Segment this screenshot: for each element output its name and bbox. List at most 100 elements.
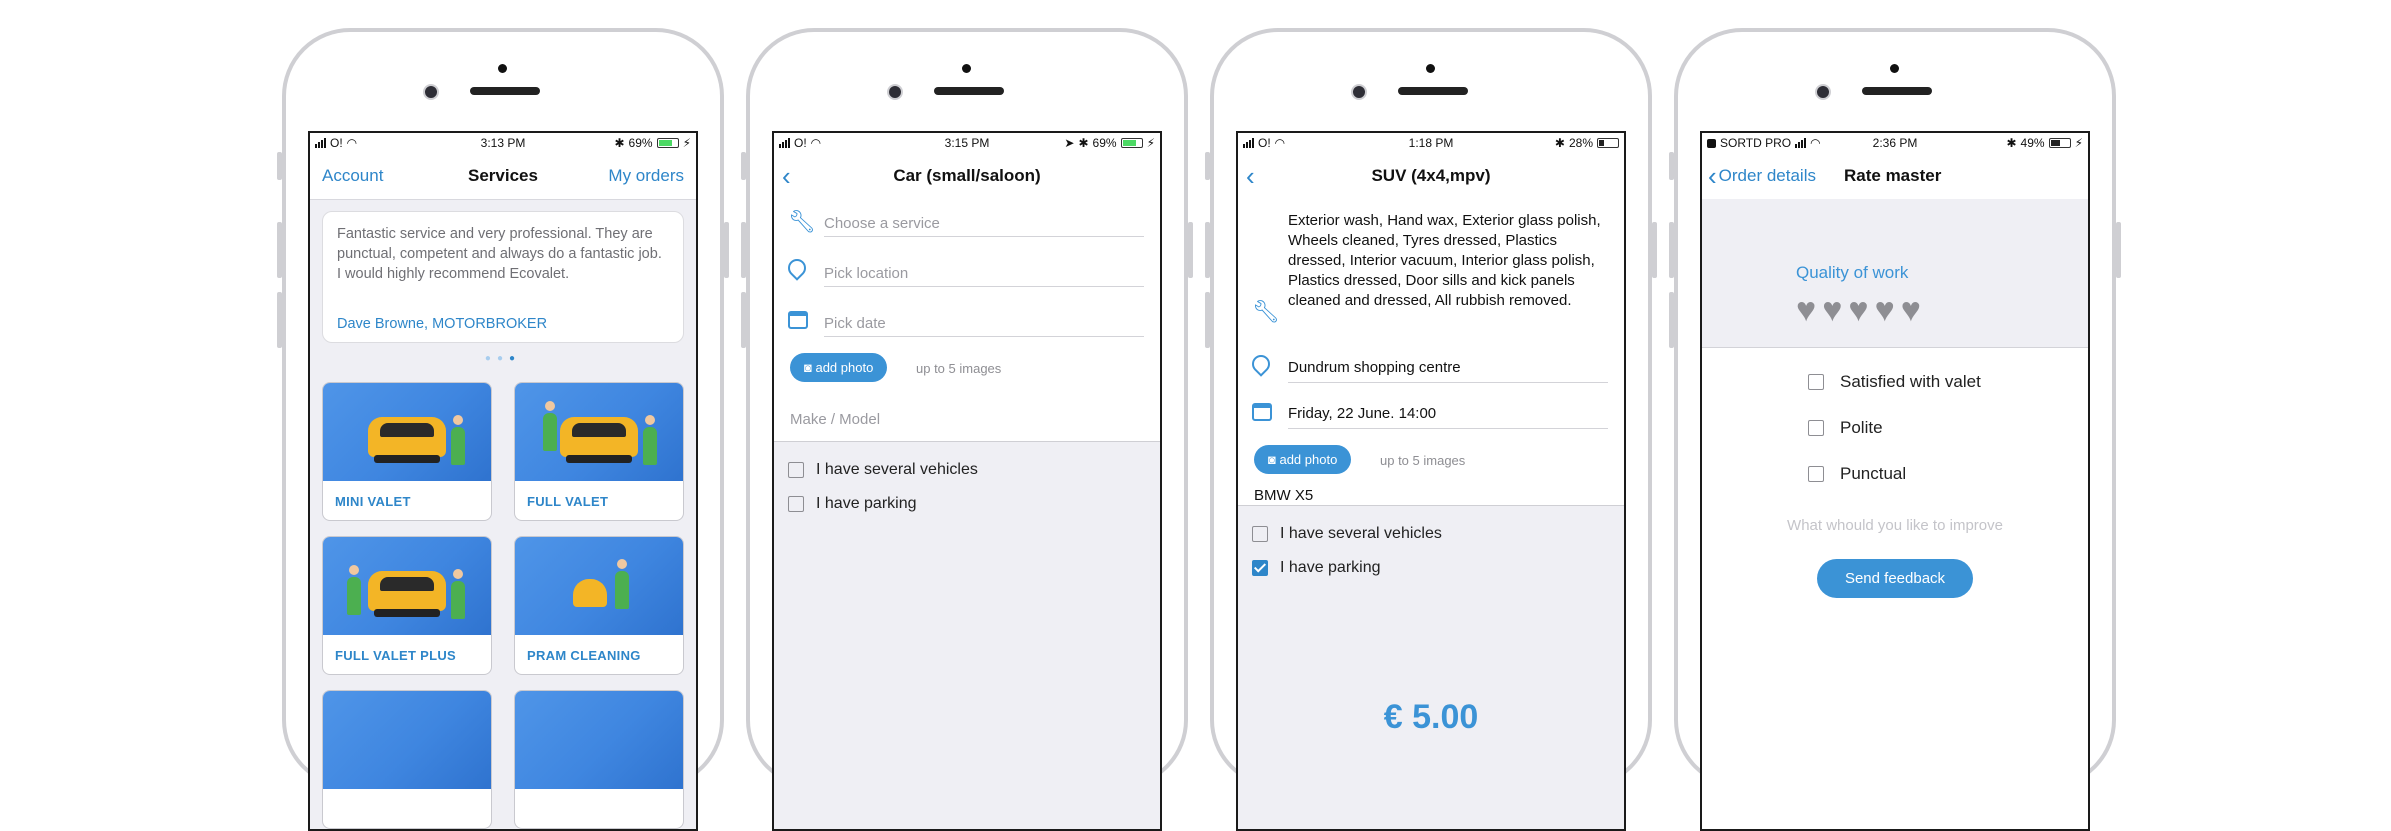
nav-bar: ‹ Order details Rate master: [1702, 153, 2088, 200]
option-label: I have parking: [1280, 559, 1381, 576]
wifi-icon: ◠: [1274, 136, 1286, 150]
my-orders-link[interactable]: My orders: [608, 166, 684, 186]
option-several-vehicles[interactable]: I have several vehicles: [1252, 517, 1442, 551]
price-label: € 5.00: [1383, 698, 1479, 736]
carousel-dots[interactable]: ●●●: [310, 353, 696, 364]
battery-icon: [1120, 138, 1143, 148]
wrench-icon: 🔧︎: [788, 209, 816, 234]
phone-services: O! ◠ 3:13 PM ✱ 69% ⚡ Account Services My…: [277, 28, 729, 831]
checkbox[interactable]: [1808, 374, 1824, 390]
charging-icon: ⚡: [682, 136, 691, 150]
rating-panel: Quality of work ♥ ♥ ♥ ♥ ♥: [1702, 199, 2088, 348]
signal-icon: [1795, 138, 1807, 148]
option-satisfied[interactable]: Satisfied with valet: [1808, 359, 1981, 405]
signal-icon: [315, 138, 326, 148]
add-photo-label: add photo: [1279, 452, 1338, 467]
date-select[interactable]: Pick date: [824, 315, 1144, 337]
battery-icon: [656, 138, 679, 148]
power-button: [1652, 222, 1657, 278]
checkbox[interactable]: [788, 496, 804, 512]
add-photo-button[interactable]: ◙ add photo: [790, 353, 888, 382]
location-icon: ➤: [1064, 136, 1075, 150]
testimonial-author: Dave Browne, MOTORBROKER: [337, 316, 548, 332]
checkbox[interactable]: [1808, 420, 1824, 436]
service-select[interactable]: Choose a service: [824, 215, 1144, 237]
option-several-vehicles[interactable]: I have several vehicles: [788, 453, 978, 487]
volume-down-button: [1669, 292, 1674, 348]
screen: O! ◠ 3:15 PM ➤ ✱ 69% ⚡ ‹ Car (small/salo…: [772, 131, 1162, 831]
proximity-sensor: [498, 64, 507, 73]
send-feedback-button[interactable]: Send feedback: [1816, 559, 1974, 598]
back-chevron-icon[interactable]: ‹: [782, 163, 791, 189]
service-card-partial[interactable]: [514, 690, 684, 829]
power-button: [724, 222, 729, 278]
battery-icon: [1597, 138, 1619, 148]
screen: O! ◠ 1:18 PM ✱ 28% ‹ SUV (4x4,mpv) 🔧︎ Ex…: [1236, 131, 1626, 831]
proximity-sensor: [962, 64, 971, 73]
heart-icon[interactable]: ♥: [1875, 293, 1895, 327]
page-title: SUV (4x4,mpv): [1371, 166, 1491, 185]
heart-icon[interactable]: ♥: [1901, 293, 1921, 327]
wifi-icon: ◠: [810, 136, 822, 150]
option-parking[interactable]: I have parking: [1252, 551, 1442, 585]
status-bar: O! ◠ 3:15 PM ➤ ✱ 69% ⚡: [774, 133, 1160, 153]
pram-icon: [573, 579, 607, 607]
power-button: [2116, 222, 2121, 278]
status-bar: SORTD PRO ◠ 2:36 PM ✱ 49% ⚡: [1702, 133, 2088, 153]
signal-icon: [1243, 138, 1254, 148]
status-bar: O! ◠ 3:13 PM ✱ 69% ⚡: [310, 133, 696, 153]
service-description[interactable]: Exterior wash, Hand wax, Exterior glass …: [1288, 211, 1608, 311]
account-link[interactable]: Account: [322, 166, 383, 186]
heart-icon[interactable]: ♥: [1822, 293, 1842, 327]
carrier-name: SORTD PRO: [1720, 136, 1792, 150]
make-model-input[interactable]: Make / Model: [790, 411, 1160, 432]
option-punctual[interactable]: Punctual: [1808, 451, 1981, 497]
service-card-pram-cleaning[interactable]: PRAM CLEANING: [514, 536, 684, 675]
service-card-full-valet-plus[interactable]: FULL VALET PLUS: [322, 536, 492, 675]
nav-bar: ‹ SUV (4x4,mpv): [1238, 153, 1624, 200]
proximity-sensor: [1426, 64, 1435, 73]
back-chevron-icon: ‹: [1708, 161, 1717, 191]
checkbox-checked[interactable]: [1252, 560, 1268, 576]
options-list: I have several vehicles I have parking: [788, 453, 978, 521]
service-card-partial[interactable]: [322, 690, 492, 829]
heart-icon[interactable]: ♥: [1848, 293, 1868, 327]
calendar-icon: [1252, 403, 1272, 421]
phone-rate-master: SORTD PRO ◠ 2:36 PM ✱ 49% ⚡ ‹ Order deta…: [1669, 28, 2121, 831]
checkbox[interactable]: [1252, 526, 1268, 542]
add-photo-label: add photo: [815, 360, 874, 375]
back-button[interactable]: ‹ Order details: [1708, 163, 1816, 189]
back-to-app-icon: [1707, 138, 1716, 148]
mute-switch: [1669, 152, 1674, 180]
service-card-label: FULL VALET: [527, 494, 609, 509]
location-field[interactable]: Dundrum shopping centre: [1288, 359, 1608, 383]
option-label: Polite: [1840, 418, 1883, 437]
volume-up-button: [1205, 222, 1210, 278]
location-pin-icon: [1248, 351, 1274, 377]
bluetooth-icon: ✱: [1078, 136, 1089, 150]
improve-input[interactable]: What whould you like to improve: [1702, 517, 2088, 534]
location-select[interactable]: Pick location: [824, 265, 1144, 287]
back-chevron-icon[interactable]: ‹: [1246, 163, 1255, 189]
heart-icon[interactable]: ♥: [1796, 293, 1816, 327]
service-card-mini-valet[interactable]: MINI VALET: [322, 382, 492, 521]
proximity-sensor: [1890, 64, 1899, 73]
options-list: I have several vehicles I have parking: [1252, 517, 1442, 585]
option-label: I have parking: [816, 495, 917, 512]
add-photo-button[interactable]: ◙ add photo: [1254, 445, 1352, 474]
checkbox[interactable]: [788, 462, 804, 478]
pram-cleaning-illustration: [515, 537, 683, 635]
volume-up-button: [741, 222, 746, 278]
service-card-full-valet[interactable]: FULL VALET: [514, 382, 684, 521]
date-field[interactable]: Friday, 22 June. 14:00: [1288, 405, 1608, 429]
status-bar: O! ◠ 1:18 PM ✱ 28%: [1238, 133, 1624, 153]
volume-down-button: [741, 292, 746, 348]
checkbox[interactable]: [1808, 466, 1824, 482]
vehicle-field[interactable]: BMW X5: [1254, 487, 1313, 504]
screen: SORTD PRO ◠ 2:36 PM ✱ 49% ⚡ ‹ Order deta…: [1700, 131, 2090, 831]
option-polite[interactable]: Polite: [1808, 405, 1981, 451]
option-parking[interactable]: I have parking: [788, 487, 978, 521]
signal-icon: [779, 138, 790, 148]
testimonial-card[interactable]: Fantastic service and very professional.…: [322, 211, 684, 343]
battery-icon: [2048, 138, 2071, 148]
